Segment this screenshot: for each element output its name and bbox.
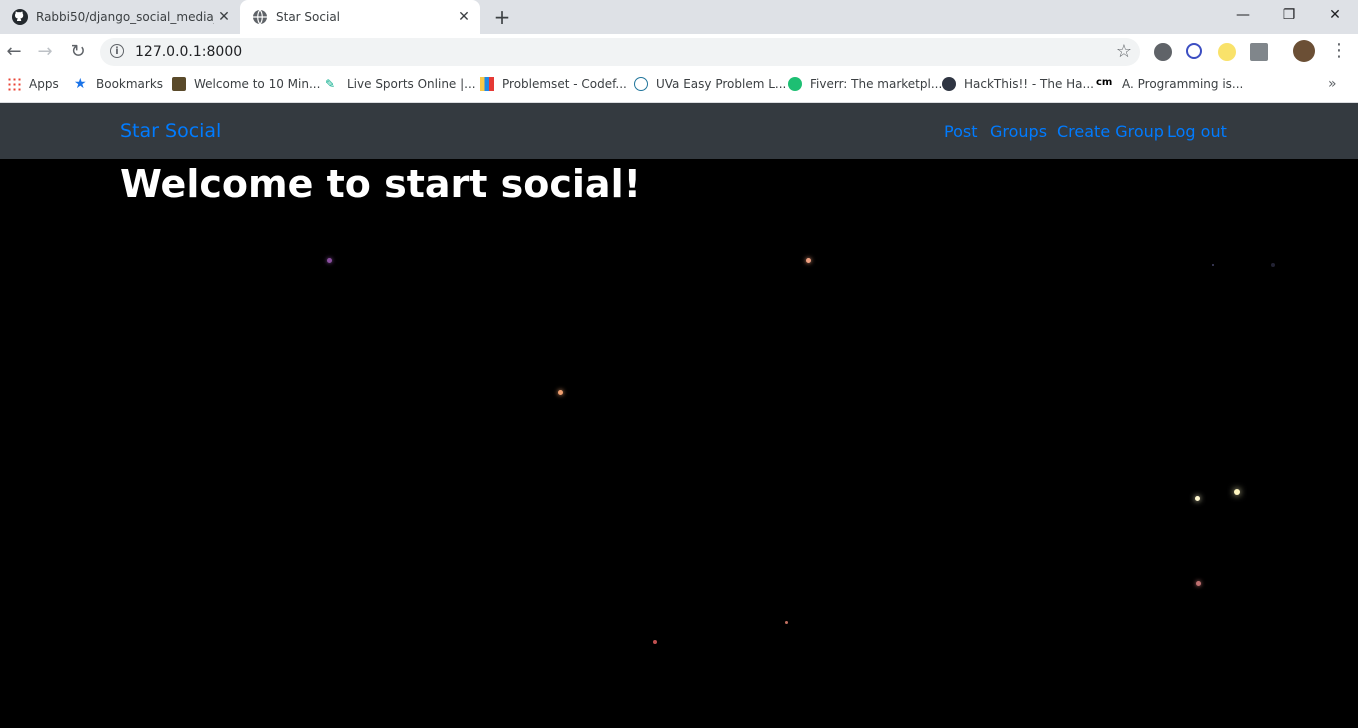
bookmark-label: Live Sports Online |... — [347, 77, 476, 91]
cm-icon: cm — [1096, 77, 1113, 88]
browser-tab-star-social[interactable]: Star Social ✕ — [240, 0, 480, 34]
star-particle — [1234, 489, 1240, 495]
bookmark-label: Apps — [29, 77, 59, 91]
bookmark-apps[interactable]: Apps — [7, 77, 59, 91]
bookmark-label: HackThis!! - The Ha... — [964, 77, 1094, 91]
star-particle — [1212, 264, 1214, 266]
star-particle — [653, 640, 657, 644]
star-particle — [785, 621, 788, 624]
minimize-icon[interactable]: — — [1220, 0, 1266, 30]
star-particle — [1195, 496, 1200, 501]
bookmark-programming[interactable]: cm A. Programming is... — [1096, 77, 1243, 91]
extension-moon-icon[interactable] — [1218, 43, 1236, 61]
reload-icon[interactable]: ↻ — [66, 40, 90, 64]
globe-icon — [252, 9, 268, 25]
nav-logout-link[interactable]: Log out — [1167, 122, 1227, 141]
back-arrow-icon[interactable]: ← — [2, 40, 26, 64]
bookmark-hackthis[interactable]: HackThis!! - The Ha... — [942, 77, 1094, 91]
browser-tab-strip: Rabbi50/django_social_media_cl ✕ Star So… — [0, 0, 1358, 34]
bookmark-live-sports[interactable]: ✎ Live Sports Online |... — [325, 77, 476, 91]
menu-kebab-icon[interactable]: ⋮ — [1330, 40, 1348, 61]
bookmark-label: Problemset - Codef... — [502, 77, 627, 91]
apps-grid-icon — [7, 77, 21, 91]
bookmark-label: Fiverr: The marketpl... — [810, 77, 943, 91]
bookmarks-bar: Apps ★ Bookmarks Welcome to 10 Min... ✎ … — [0, 70, 1358, 103]
star-icon: ★ — [74, 76, 87, 92]
github-icon — [12, 9, 28, 25]
star-particle — [1196, 581, 1201, 586]
fiverr-icon — [788, 77, 802, 91]
star-particle — [806, 258, 811, 263]
tab-title: Star Social — [276, 10, 341, 24]
site-navbar: Star Social Post Groups Create Group Log… — [0, 103, 1358, 159]
bookmark-fiverr[interactable]: Fiverr: The marketpl... — [788, 77, 942, 91]
close-tab-icon[interactable]: ✕ — [214, 9, 234, 25]
new-tab-icon[interactable]: + — [490, 5, 514, 29]
nav-create-group-link[interactable]: Create Group — [1057, 122, 1164, 141]
forward-arrow-icon[interactable]: → — [33, 40, 57, 64]
star-particle — [558, 390, 563, 395]
tab-title: Rabbi50/django_social_media_cl — [36, 10, 214, 24]
extension-block-icon[interactable] — [1186, 43, 1202, 59]
browser-toolbar: ← → ↻ i 127.0.0.1:8000 ☆ ⋮ — [0, 34, 1358, 70]
brand-link[interactable]: Star Social — [120, 120, 221, 142]
star-particle — [1271, 263, 1275, 267]
bar-chart-icon — [480, 77, 494, 91]
hackthis-icon — [942, 77, 956, 91]
bookmark-codeforces[interactable]: Problemset - Codef... — [480, 77, 627, 91]
nav-post-link[interactable]: Post — [944, 122, 977, 141]
close-window-icon[interactable]: ✕ — [1312, 0, 1358, 30]
close-tab-icon[interactable]: ✕ — [454, 9, 474, 25]
pen-icon: ✎ — [325, 77, 336, 91]
bookmark-label: UVa Easy Problem L... — [656, 77, 787, 91]
bookmark-bookmarks[interactable]: ★ Bookmarks — [74, 77, 163, 91]
bookmark-label: Bookmarks — [96, 77, 164, 91]
extension-film-icon[interactable] — [1154, 43, 1172, 61]
url-text[interactable]: 127.0.0.1:8000 — [135, 44, 242, 60]
bookmark-uva[interactable]: UVa Easy Problem L... — [634, 77, 786, 91]
bookmark-star-icon[interactable]: ☆ — [1116, 41, 1132, 62]
bookmark-label: A. Programming is... — [1122, 77, 1244, 91]
bookmark-10min[interactable]: Welcome to 10 Min... — [172, 77, 320, 91]
site-info-icon[interactable]: i — [110, 44, 124, 58]
more-bookmarks-icon[interactable]: » — [1328, 76, 1337, 92]
browser-tab-github[interactable]: Rabbi50/django_social_media_cl ✕ — [0, 0, 240, 34]
extension-drive-icon[interactable] — [1250, 43, 1268, 61]
restore-icon[interactable]: ❐ — [1266, 0, 1312, 30]
star-particle — [327, 258, 332, 263]
nav-groups-link[interactable]: Groups — [990, 122, 1047, 141]
site-favicon — [172, 77, 186, 91]
bookmark-label: Welcome to 10 Min... — [194, 77, 321, 91]
profile-avatar[interactable] — [1293, 40, 1315, 62]
wordpress-icon — [634, 77, 648, 91]
page-heading: Welcome to start social! — [120, 162, 641, 206]
address-bar[interactable]: i 127.0.0.1:8000 ☆ — [100, 38, 1140, 66]
